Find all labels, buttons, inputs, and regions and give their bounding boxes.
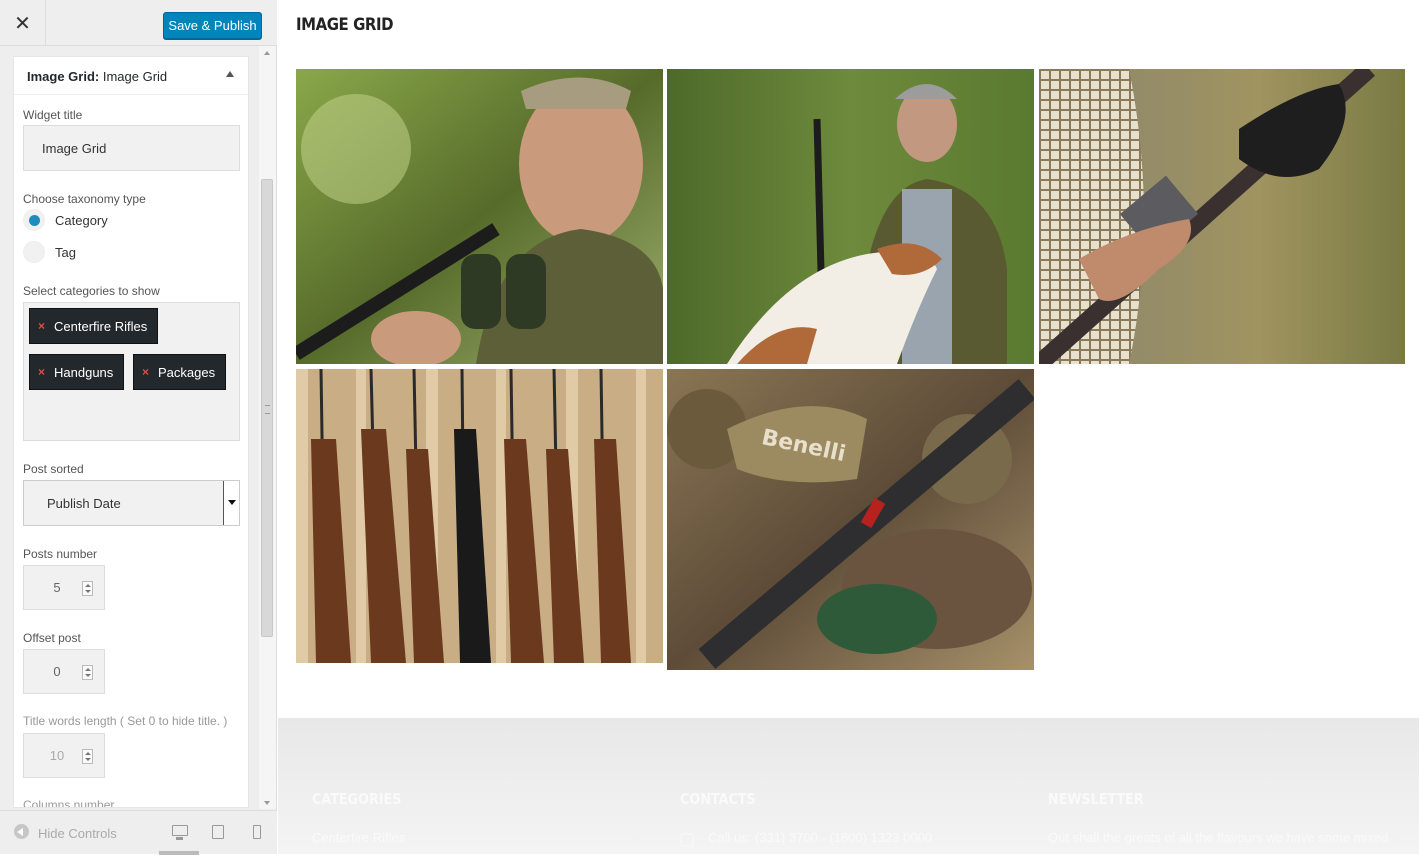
title-words-input[interactable]: 10 [23, 733, 105, 778]
widget-title-bar[interactable]: Image Grid: Image Grid [14, 57, 248, 95]
tablet-icon[interactable] [212, 825, 224, 839]
grid-image-shotgun-hands[interactable] [1039, 69, 1405, 364]
panel-footer: Hide Controls [0, 810, 277, 855]
widget-title-input[interactable]: Image Grid [23, 125, 240, 171]
category-chip[interactable]: × Centerfire Rifles [29, 308, 159, 344]
widget-name-label: Image Grid [99, 69, 168, 84]
columns-label: Columns number [23, 798, 115, 808]
grid-image-hunter-dog[interactable] [667, 69, 1034, 364]
remove-icon[interactable]: × [38, 365, 45, 379]
hide-controls-icon[interactable] [14, 824, 29, 839]
panel-header: ✕ Save & Publish [0, 0, 277, 46]
radio-category[interactable] [23, 209, 45, 231]
widget-form: Image Grid: Image Grid Widget title Imag… [13, 56, 249, 808]
title-words-label: Title words length ( Set 0 to hide title… [23, 714, 228, 728]
grid-image-hunter-binoculars[interactable] [296, 69, 663, 364]
remove-icon[interactable]: × [142, 365, 149, 379]
collapse-arrow-icon[interactable] [226, 71, 234, 77]
posts-number-label: Posts number [23, 547, 98, 561]
customizer-panel: ✕ Save & Publish Image Grid: Image Grid … [0, 0, 277, 855]
footer-category-link[interactable]: Centerfire Rifles [312, 830, 405, 845]
spinner-icon[interactable] [82, 665, 93, 680]
page-title: IMAGE GRID [296, 15, 394, 35]
footer-newsletter-heading: NEWSLETTER [1048, 790, 1144, 808]
grid-image-camo-shotgun[interactable]: Benelli [667, 369, 1034, 670]
mobile-icon[interactable] [253, 825, 261, 839]
posts-number-input[interactable]: 5 [23, 565, 105, 610]
post-sorted-value: Publish Date [47, 495, 121, 511]
scroll-thumb[interactable] [261, 179, 273, 637]
footer-categories-heading: CATEGORIES [312, 790, 402, 808]
desktop-icon[interactable] [172, 825, 188, 840]
site-preview: IMAGE GRID Benelli CATEGORIES CONTACTS N… [278, 0, 1419, 854]
categories-select[interactable]: × Centerfire Rifles × Handguns × Package… [23, 302, 240, 441]
spinner-icon[interactable] [82, 581, 93, 596]
chip-label: Packages [158, 364, 216, 380]
save-publish-button[interactable]: Save & Publish [163, 12, 262, 39]
chip-label: Handguns [54, 364, 114, 380]
panel-scrollbar[interactable] [259, 46, 276, 809]
remove-icon[interactable]: × [38, 319, 45, 333]
category-chip[interactable]: × Handguns [29, 354, 125, 390]
scroll-up-icon[interactable] [264, 51, 270, 55]
widget-title-label: Widget title [23, 108, 83, 122]
chip-label: Centerfire Rifles [54, 318, 148, 334]
offset-label: Offset post [23, 631, 81, 645]
post-sorted-label: Post sorted [23, 462, 84, 476]
offset-value: 0 [53, 664, 61, 679]
offset-input[interactable]: 0 [23, 649, 105, 694]
active-device-indicator [159, 851, 199, 855]
grid-image-rifle-rack[interactable] [296, 369, 663, 663]
post-sorted-select[interactable]: Publish Date [23, 480, 240, 526]
scroll-down-icon[interactable] [264, 801, 270, 805]
radio-tag-label: Tag [55, 245, 76, 260]
posts-number-value: 5 [53, 580, 61, 595]
footer-contact-text: Call us: (331) 3700 - (1800) 1323 0000 [708, 830, 933, 845]
radio-tag[interactable] [23, 241, 45, 263]
spinner-icon[interactable] [82, 749, 93, 764]
category-chip[interactable]: × Packages [133, 354, 227, 390]
footer-newsletter-text: Out shall the greats of all the flavours… [1048, 830, 1389, 845]
radio-category-label: Category [55, 213, 108, 228]
site-footer: CATEGORIES CONTACTS NEWSLETTER Centerfir… [278, 718, 1419, 854]
phone-icon [680, 833, 694, 847]
dropdown-arrow-icon[interactable] [223, 481, 239, 525]
close-icon[interactable]: ✕ [0, 0, 46, 46]
hide-controls-button[interactable]: Hide Controls [38, 826, 117, 841]
title-words-value: 10 [49, 748, 65, 763]
widget-type-label: Image Grid: [27, 69, 100, 84]
taxonomy-label: Choose taxonomy type [23, 192, 146, 206]
footer-contacts-heading: CONTACTS [680, 790, 756, 808]
categories-label: Select categories to show [23, 284, 160, 298]
